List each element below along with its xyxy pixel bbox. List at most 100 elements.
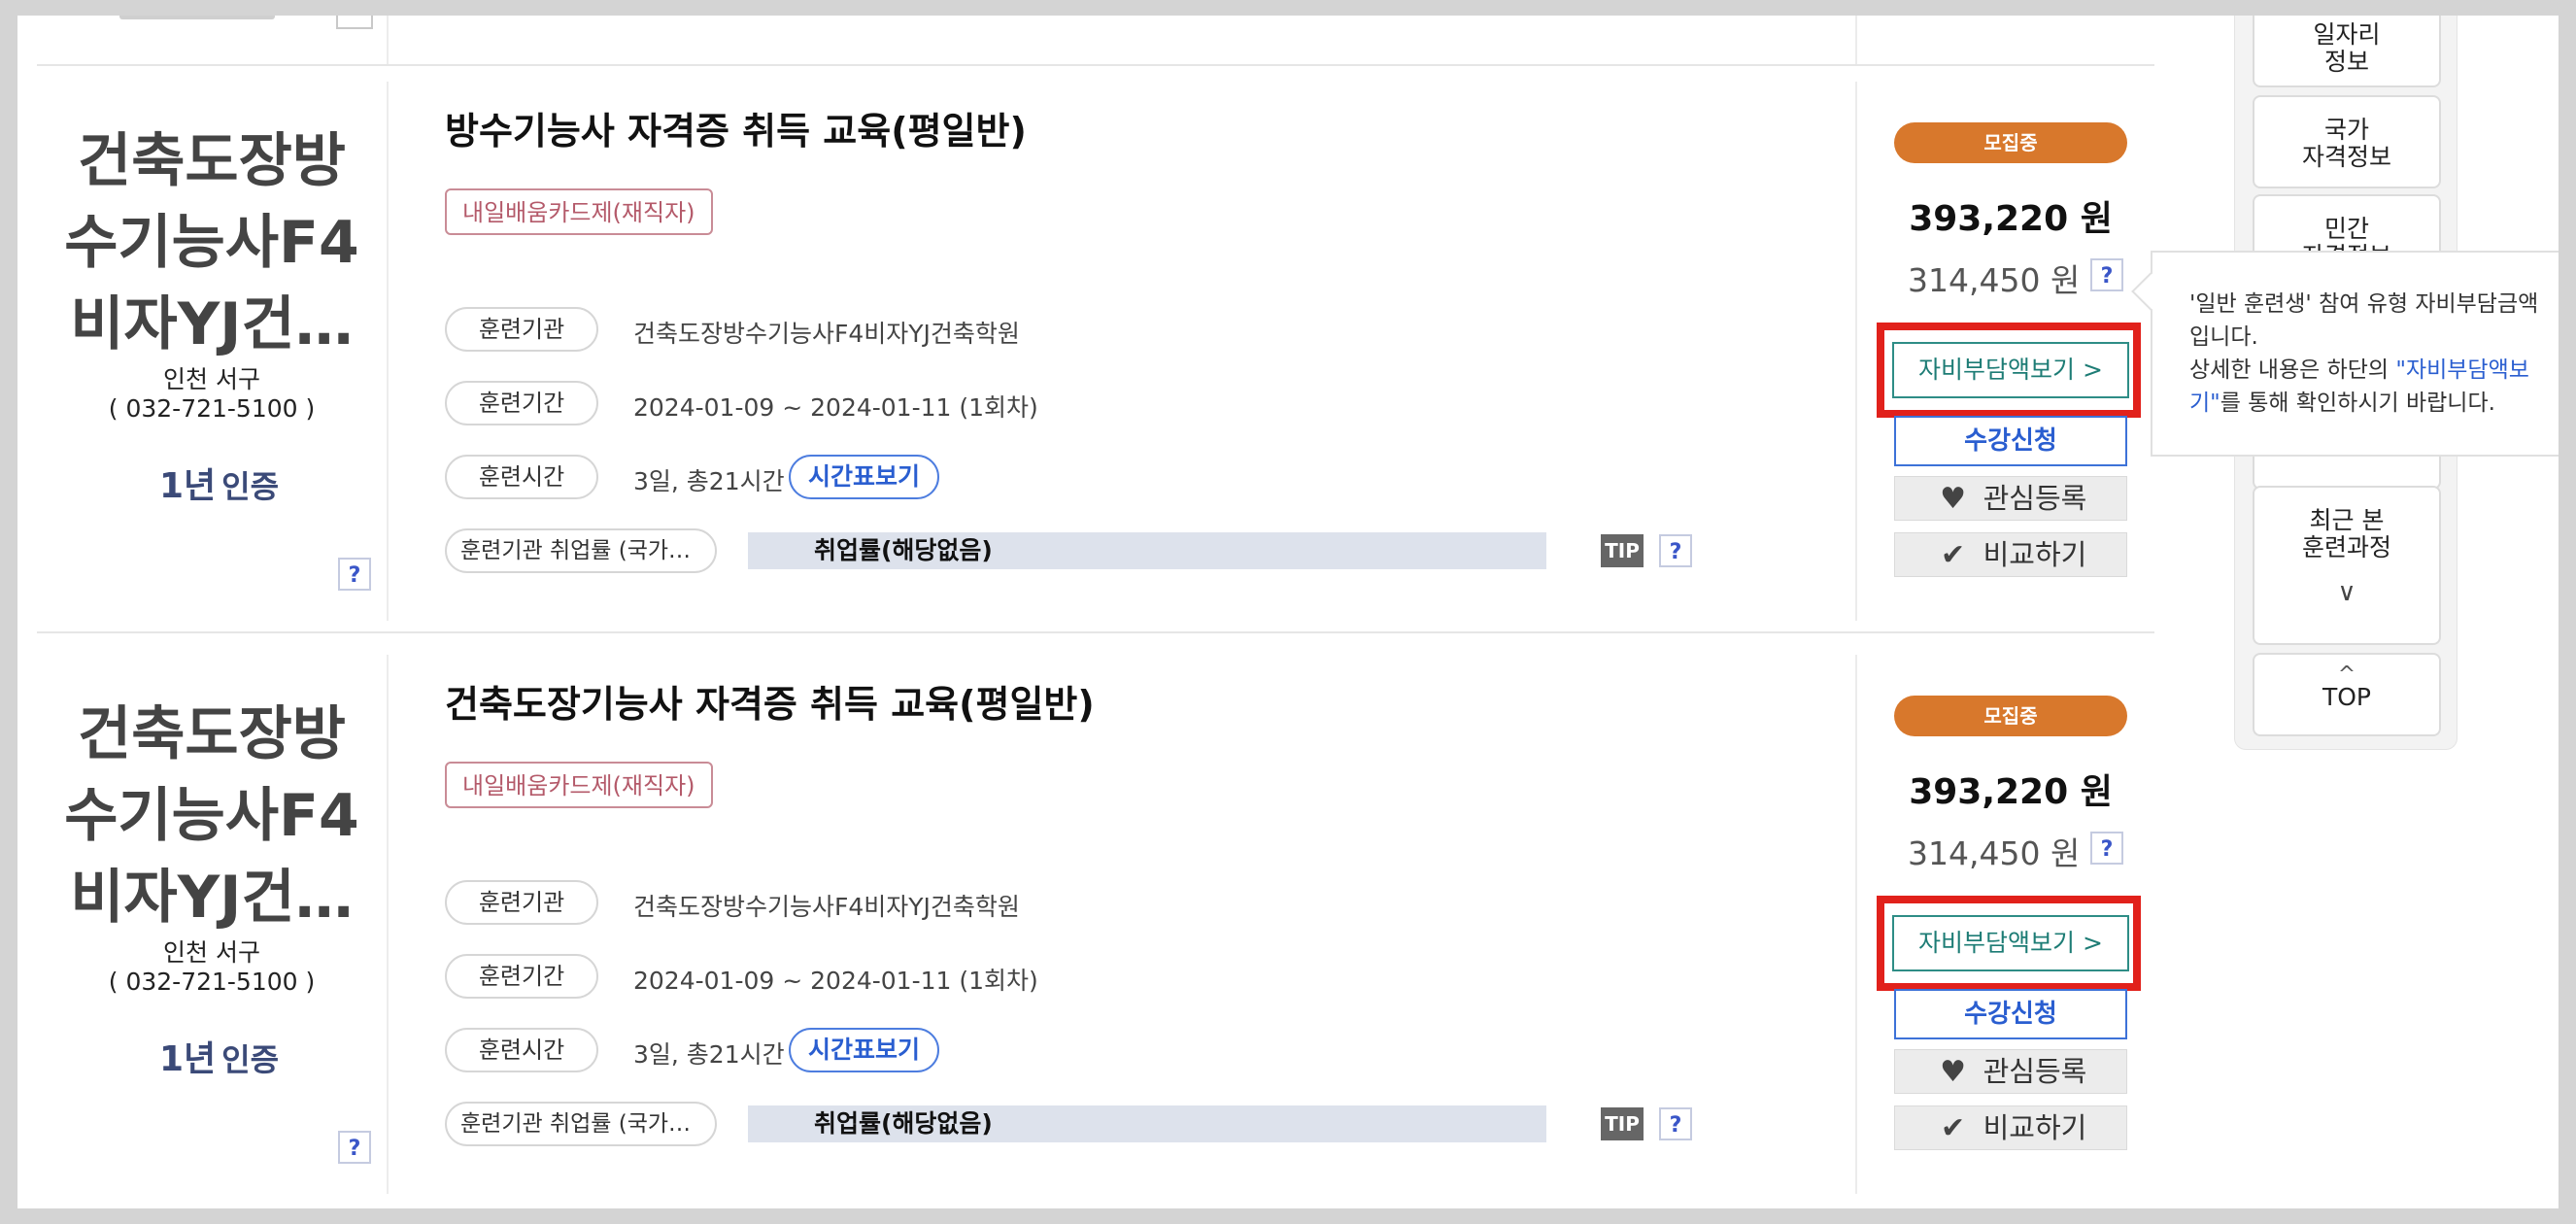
institution-name-line: 건축도장방 <box>78 127 346 195</box>
compare-button[interactable]: ✔ 비교하기 <box>1894 1105 2127 1150</box>
top-label: TOP <box>2322 683 2372 711</box>
self-pay-view-button[interactable]: 자비부담액보기 > <box>1892 342 2129 398</box>
course-price: 393,220 원 <box>1909 772 2113 812</box>
label-employment-rate: 훈련기관 취업률 (국가… <box>445 528 717 573</box>
wishlist-button[interactable]: ♥ 관심등록 <box>1894 1049 2127 1094</box>
wishlist-label: 관심등록 <box>1983 1055 2087 1088</box>
phone-text: ( 032-721-5100 ) <box>108 394 316 423</box>
institution-name[interactable]: 건축도장방 수기능사F4 비자YJ건… <box>56 694 367 938</box>
tooltip-text: 를 통해 확인하시기 바랍니다. <box>2220 391 2495 416</box>
card-type-badge: 내일배움카드제(재직자) <box>445 762 713 808</box>
price-action-column: 모집중 393,220 원 314,450 원 ? 자비부담액보기 > 수강신청… <box>1877 64 2141 633</box>
compare-label: 비교하기 <box>1983 1111 2087 1144</box>
course-info-column: 건축도장기능사 자격증 취득 교육(평일반) 내일배움카드제(재직자) 훈련기관… <box>445 637 1844 1207</box>
self-pay-help-button[interactable]: ? <box>2090 832 2123 865</box>
divider <box>1855 655 1857 1194</box>
training-org-value: 건축도장방수기능사F4비자YJ건축학원 <box>633 320 1020 348</box>
course-price: 393,220 원 <box>1909 199 2113 239</box>
employment-help-button[interactable]: ? <box>1659 1107 1692 1140</box>
course-title[interactable]: 건축도장기능사 자격증 취득 교육(평일반) <box>445 674 1095 728</box>
divider <box>1855 82 1857 621</box>
help-button-partial[interactable] <box>336 16 373 29</box>
course-card: 건축도장방 수기능사F4 비자YJ건… 인천 서구 ( 032-721-5100… <box>37 637 2154 1207</box>
self-pay-price: 314,450 원 <box>1908 834 2081 872</box>
apply-button[interactable]: 수강신청 <box>1894 989 2127 1039</box>
region-text: 인천 서구 <box>163 938 260 967</box>
divider <box>387 16 389 64</box>
label-training-org: 훈련기관 <box>445 307 598 352</box>
card-type-badge: 내일배움카드제(재직자) <box>445 188 713 235</box>
certification-badge: 1년 인증 <box>159 1031 279 1081</box>
divider <box>387 655 389 1194</box>
check-icon: ✔ <box>1941 1111 1966 1145</box>
timetable-button[interactable]: 시간표보기 <box>789 455 940 499</box>
employment-help-button[interactable]: ? <box>1659 534 1692 567</box>
quick-item-label: 민간 <box>2323 215 2369 243</box>
quick-item-label: 일자리 <box>2313 20 2381 49</box>
tooltip-line-1: '일반 훈련생' 참여 유형 자비부담금액 입니다. <box>2189 291 2539 350</box>
institution-column: 건축도장방 수기능사F4 비자YJ건… 인천 서구 ( 032-721-5100… <box>37 64 387 633</box>
divider <box>1855 16 1857 64</box>
institution-name-line: 수기능사F4 <box>64 782 359 850</box>
self-pay-help-button[interactable]: ? <box>2090 258 2123 291</box>
tip-badge[interactable]: TIP <box>1601 1107 1644 1140</box>
quick-job-info[interactable]: 일자리 정보 <box>2253 16 2441 87</box>
quick-item-label: 최근 본 <box>2309 506 2385 534</box>
row-separator <box>37 631 2154 633</box>
heart-icon: ♥ <box>1940 482 1967 516</box>
institution-location: 인천 서구 ( 032-721-5100 ) <box>56 365 367 424</box>
cert-label: 인증 <box>221 1041 280 1078</box>
scroll-top-button[interactable]: ^ TOP <box>2253 653 2441 736</box>
quick-recent-courses[interactable]: 최근 본 훈련과정 ∨ <box>2253 486 2441 645</box>
wishlist-label: 관심등록 <box>1983 482 2087 515</box>
training-period-value: 2024-01-09 ~ 2024-01-11 (1회차) <box>633 393 1038 422</box>
institution-name[interactable]: 건축도장방 수기능사F4 비자YJ건… <box>56 120 367 365</box>
cert-year: 1년 <box>159 1039 217 1079</box>
institution-location: 인천 서구 ( 032-721-5100 ) <box>56 938 367 997</box>
compare-button[interactable]: ✔ 비교하기 <box>1894 532 2127 577</box>
tip-badge[interactable]: TIP <box>1601 534 1644 567</box>
label-training-time: 훈련시간 <box>445 455 598 499</box>
training-org-value: 건축도장방수기능사F4비자YJ건축학원 <box>633 893 1020 921</box>
partial-text <box>119 16 275 19</box>
self-pay-view-button[interactable]: 자비부담액보기 > <box>1892 915 2129 971</box>
page-frame: 건축도장방 수기능사F4 비자YJ건… 인천 서구 ( 032-721-5100… <box>17 16 2559 1208</box>
course-title[interactable]: 방수기능사 자격증 취득 교육(평일반) <box>445 101 1027 154</box>
training-time-value: 3일, 총21시간 <box>633 1040 785 1069</box>
institution-column: 건축도장방 수기능사F4 비자YJ건… 인천 서구 ( 032-721-5100… <box>37 637 387 1207</box>
tooltip-text: 상세한 내용은 하단의 <box>2189 357 2396 383</box>
compare-label: 비교하기 <box>1983 538 2087 571</box>
cert-year: 1년 <box>159 466 217 506</box>
self-pay-price: 314,450 원 <box>1908 261 2081 299</box>
label-training-time: 훈련시간 <box>445 1028 598 1072</box>
label-training-period: 훈련기간 <box>445 954 598 999</box>
previous-course-row-partial <box>37 16 2154 66</box>
quick-national-cert[interactable]: 국가 자격정보 <box>2253 95 2441 188</box>
institution-name-line: 비자YJ건… <box>70 290 354 358</box>
label-training-period: 훈련기간 <box>445 381 598 425</box>
price-action-column: 모집중 393,220 원 314,450 원 ? 자비부담액보기 > 수강신청… <box>1877 637 2141 1207</box>
phone-text: ( 032-721-5100 ) <box>108 968 316 996</box>
quick-item-label: 정보 <box>2323 48 2369 76</box>
wishlist-button[interactable]: ♥ 관심등록 <box>1894 476 2127 521</box>
timetable-button[interactable]: 시간표보기 <box>789 1028 940 1072</box>
training-period-value: 2024-01-09 ~ 2024-01-11 (1회차) <box>633 967 1038 995</box>
institution-name-line: 건축도장방 <box>78 700 346 768</box>
quick-item-label: 훈련과정 <box>2301 533 2391 561</box>
course-card: 건축도장방 수기능사F4 비자YJ건… 인천 서구 ( 032-721-5100… <box>37 64 2154 633</box>
apply-button[interactable]: 수강신청 <box>1894 416 2127 466</box>
label-training-org: 훈련기관 <box>445 880 598 925</box>
self-pay-tooltip: '일반 훈련생' 참여 유형 자비부담금액 입니다. 상세한 내용은 하단의 "… <box>2131 251 2559 457</box>
course-info-column: 방수기능사 자격증 취득 교육(평일반) 내일배움카드제(재직자) 훈련기관 건… <box>445 64 1844 633</box>
chevron-down-icon[interactable]: ∨ <box>2254 579 2439 606</box>
cert-help-button[interactable]: ? <box>338 1131 371 1164</box>
check-icon: ✔ <box>1941 538 1966 572</box>
label-employment-rate: 훈련기관 취업률 (국가… <box>445 1102 717 1146</box>
heart-icon: ♥ <box>1940 1055 1967 1089</box>
employment-rate-bar: 취업률(해당없음) <box>748 1105 1546 1142</box>
employment-rate-bar: 취업률(해당없음) <box>748 532 1546 569</box>
divider <box>387 82 389 621</box>
cert-help-button[interactable]: ? <box>338 558 371 591</box>
tooltip-line-2: 상세한 내용은 하단의 "자비부담액보기"를 통해 확인하시기 바랍니다. <box>2189 354 2549 420</box>
certification-badge: 1년 인증 <box>159 458 279 508</box>
